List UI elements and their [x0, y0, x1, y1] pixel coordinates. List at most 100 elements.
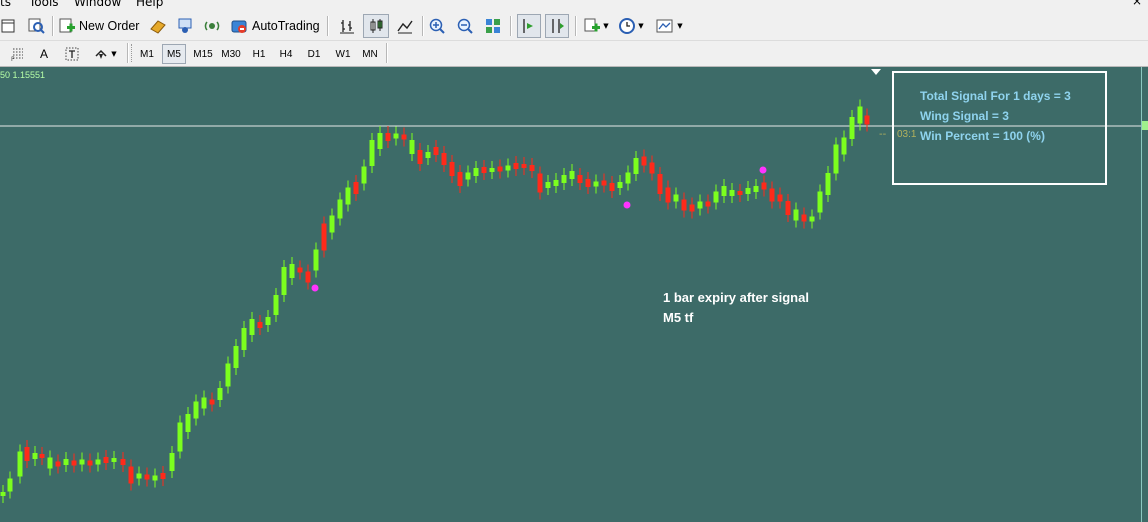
signals-icon[interactable] — [201, 15, 223, 37]
new-chart-icon[interactable] — [0, 15, 16, 37]
templates-icon — [656, 19, 673, 33]
candle-body — [497, 166, 503, 172]
standard-toolbar: New Order AutoTrading ▼ ▼ ▼ — [0, 12, 1148, 41]
candle-body — [297, 267, 303, 273]
profiles-icon[interactable] — [25, 15, 47, 37]
text-box-icon[interactable] — [63, 43, 81, 65]
candle-body — [193, 401, 199, 419]
candle-body — [441, 153, 447, 165]
text-label-icon[interactable]: A — [36, 43, 52, 65]
candle-body — [103, 457, 109, 463]
autotrading-icon — [231, 20, 247, 33]
candle-body — [864, 115, 870, 125]
bar-chart-icon[interactable] — [335, 15, 359, 37]
menu-tools[interactable]: Tools — [29, 0, 59, 9]
candle-body — [457, 172, 463, 186]
candle-body — [63, 459, 69, 465]
timeframe-h4[interactable]: H4 — [275, 44, 297, 64]
candle-body — [321, 223, 327, 251]
candle-body — [217, 388, 223, 400]
arrows-dropdown[interactable]: ▼ — [90, 43, 120, 65]
candle-body — [417, 150, 423, 164]
candlestick-chart-icon[interactable] — [363, 14, 389, 38]
indicators-dropdown[interactable]: ▼ — [581, 15, 611, 37]
candle-body — [233, 346, 239, 368]
timeframe-d1[interactable]: D1 — [303, 44, 325, 64]
price-scale[interactable] — [1141, 67, 1148, 522]
chart-shift-icon[interactable] — [545, 14, 569, 38]
timeframe-h1[interactable]: H1 — [248, 44, 270, 64]
price-chart[interactable]: 50 1.15551 -- 03:1 Total Signal For 1 da… — [0, 67, 1148, 522]
annotation-expiry: 1 bar expiry after signal — [663, 290, 809, 305]
candle-body — [369, 140, 375, 166]
candle-body — [337, 199, 343, 219]
candle-body — [305, 271, 311, 283]
candle-body — [241, 328, 247, 350]
candle-body — [737, 191, 743, 195]
autotrading-label: AutoTrading — [252, 19, 320, 33]
zoom-out-icon[interactable] — [454, 15, 476, 37]
arrows-icon — [95, 49, 107, 59]
candle-body — [111, 458, 117, 462]
timeframe-m1[interactable]: M1 — [136, 44, 158, 64]
timeframe-mn[interactable]: MN — [358, 44, 382, 64]
templates-dropdown[interactable]: ▼ — [653, 15, 685, 37]
candle-body — [361, 166, 367, 184]
tile-windows-icon[interactable] — [482, 15, 504, 37]
candle-body — [144, 474, 150, 480]
candle-body — [793, 209, 799, 221]
zoom-in-icon[interactable] — [426, 15, 448, 37]
candle-body — [177, 422, 183, 452]
candle-body — [825, 173, 831, 195]
chevron-down-icon: ▼ — [638, 22, 644, 30]
candle-body — [561, 175, 567, 183]
candle-body — [801, 214, 807, 222]
menu-help[interactable]: Help — [136, 0, 163, 9]
new-order-button[interactable]: New Order — [58, 15, 139, 37]
candle-body — [39, 454, 45, 458]
signal-dot — [311, 284, 319, 292]
annotation-timeframe: M5 tf — [663, 310, 694, 325]
candle-body — [209, 399, 215, 405]
fibonacci-icon[interactable]: F — [8, 43, 28, 65]
timeframe-m15[interactable]: M15 — [190, 44, 216, 64]
autotrading-button[interactable]: AutoTrading — [229, 15, 320, 37]
autoscroll-icon[interactable] — [517, 14, 541, 38]
candle-body — [665, 187, 671, 203]
candle-body — [281, 267, 287, 295]
candle-body — [849, 117, 855, 139]
candle-body — [152, 475, 158, 481]
candle-body — [577, 175, 583, 183]
candle-body — [289, 264, 295, 278]
candle-body — [817, 191, 823, 213]
market-watch-icon[interactable] — [147, 15, 169, 37]
win-signal-text: Wing Signal = 3 — [920, 109, 1009, 123]
candle-body — [24, 447, 30, 461]
candle-body — [465, 172, 471, 180]
symbol-price-label: 50 1.15551 — [0, 70, 46, 80]
timeframe-m30[interactable]: M30 — [218, 44, 244, 64]
candle-body — [545, 182, 551, 188]
line-chart-icon[interactable] — [393, 15, 417, 37]
candle-body — [32, 453, 38, 459]
candle-body — [47, 457, 53, 469]
close-icon[interactable]: × — [1132, 0, 1142, 8]
menu-charts[interactable]: ts — [0, 0, 11, 9]
candle-body — [128, 466, 134, 484]
navigator-icon[interactable] — [174, 15, 196, 37]
timeframe-w1[interactable]: W1 — [331, 44, 355, 64]
candle-body — [625, 172, 631, 184]
timeframe-m5[interactable]: M5 — [162, 44, 186, 64]
chart-shift-marker[interactable] — [871, 69, 881, 75]
periods-dropdown[interactable]: ▼ — [616, 15, 646, 37]
total-signal-text: Total Signal For 1 days = 3 — [920, 89, 1071, 103]
candle-body — [753, 186, 759, 192]
indicators-icon — [584, 18, 601, 32]
candle-body — [481, 167, 487, 173]
candle-body — [55, 461, 61, 467]
candle-body — [409, 140, 415, 154]
menu-window[interactable]: Window — [74, 0, 121, 9]
candle-body — [841, 137, 847, 155]
candle-body — [17, 451, 23, 477]
candle-body — [769, 188, 775, 202]
